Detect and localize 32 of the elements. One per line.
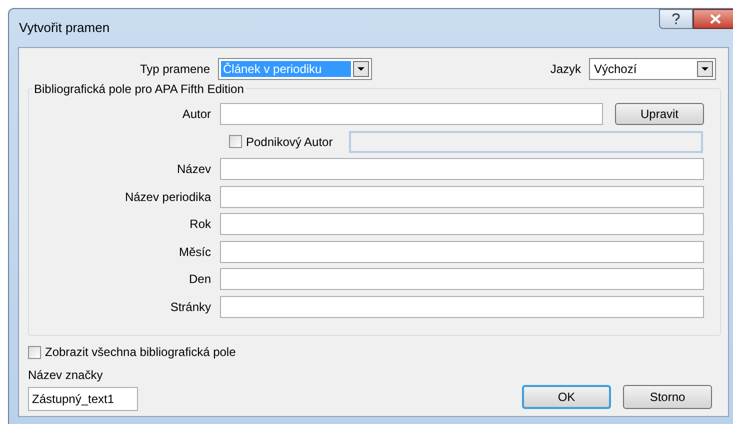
field-label: Název značky bbox=[28, 367, 104, 384]
edit-button[interactable]: Upravit bbox=[615, 103, 704, 125]
window-title: Vytvořit pramen bbox=[19, 19, 110, 38]
language-dropdown[interactable]: Výchozí bbox=[589, 58, 716, 80]
checkbox[interactable] bbox=[28, 346, 41, 358]
field-label: Stránky bbox=[169, 298, 212, 316]
close-icon bbox=[710, 14, 720, 24]
dialog-button[interactable]: Storno bbox=[623, 385, 712, 409]
field-label: Rok bbox=[188, 216, 212, 233]
help-icon bbox=[672, 13, 680, 25]
input-field[interactable] bbox=[220, 158, 704, 180]
field-label: Název periodika bbox=[124, 188, 212, 206]
field-label: Jazyk bbox=[550, 61, 582, 78]
input-field[interactable] bbox=[220, 240, 704, 262]
input-field[interactable] bbox=[220, 213, 704, 235]
field-label: Název bbox=[176, 161, 212, 178]
field-label: Měsíc bbox=[178, 244, 212, 260]
dialog-button[interactable]: OK bbox=[522, 385, 611, 409]
close-button[interactable] bbox=[693, 9, 733, 29]
input-field[interactable] bbox=[220, 103, 603, 125]
checkbox-label: Podnikový Autor bbox=[246, 134, 333, 150]
corporate-author-field[interactable] bbox=[348, 130, 703, 152]
field-label: Typ pramene bbox=[138, 61, 211, 78]
field-label: Autor bbox=[181, 106, 212, 123]
help-button[interactable] bbox=[659, 9, 693, 29]
field-label: Den bbox=[188, 271, 212, 288]
input-field[interactable] bbox=[220, 268, 704, 290]
checkbox[interactable] bbox=[229, 135, 242, 148]
checkbox-label: Zobrazit všechna bibliografická pole bbox=[45, 344, 236, 361]
input-field[interactable] bbox=[220, 186, 704, 208]
input-field[interactable] bbox=[220, 296, 704, 318]
tag-name-field[interactable]: Zástupný_text1 bbox=[28, 387, 138, 411]
